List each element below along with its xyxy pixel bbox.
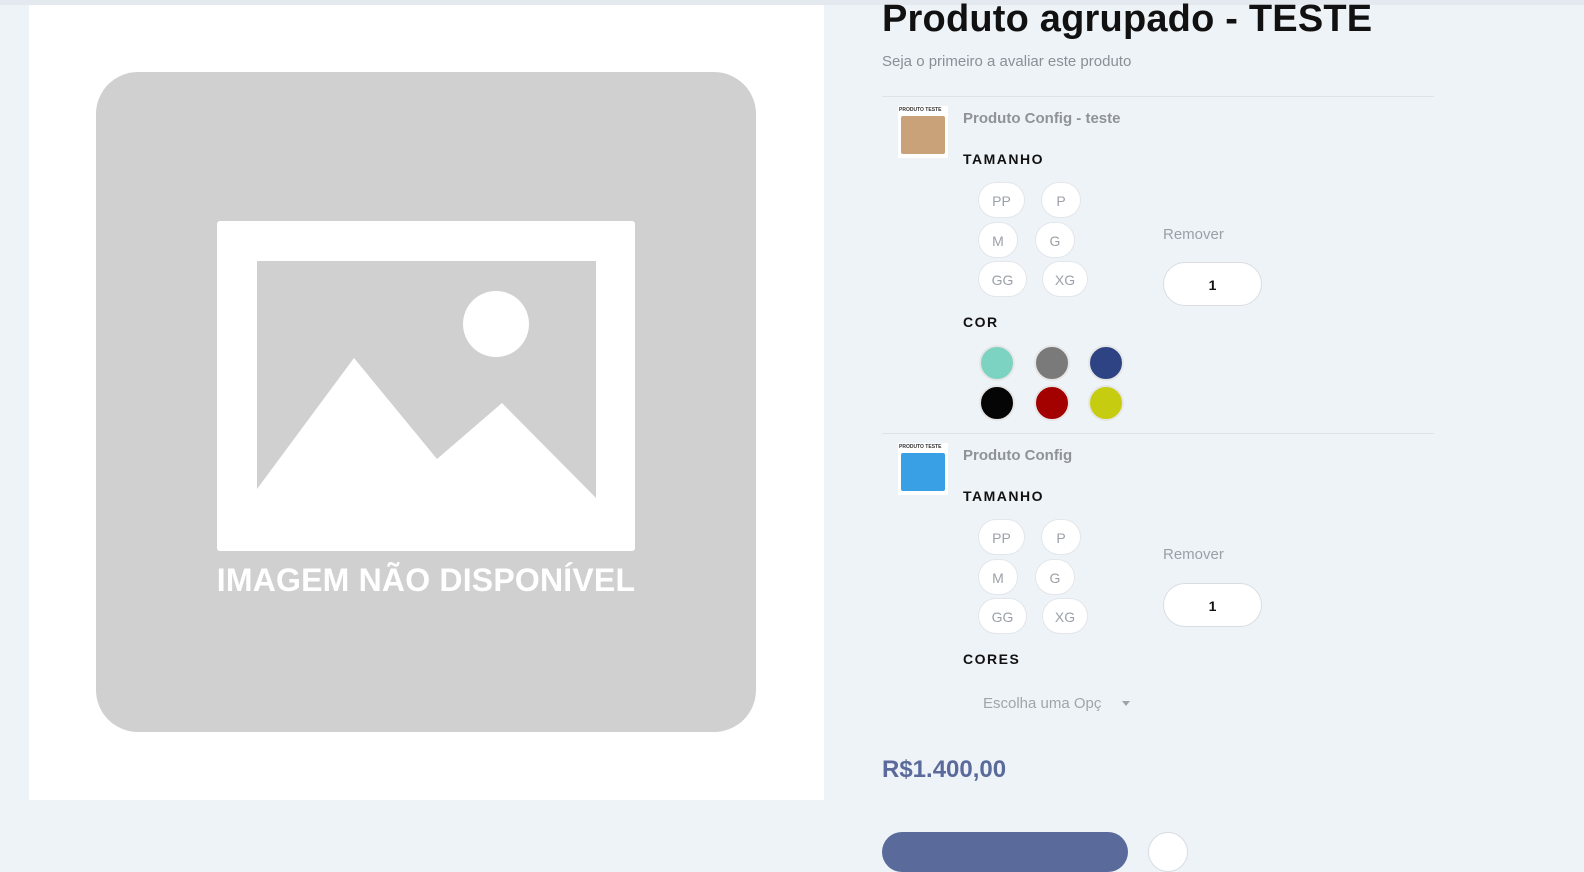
image-placeholder: IMAGEM NÃO DISPONÍVEL (96, 72, 756, 732)
colors-label: CORES (963, 651, 1021, 667)
size-option-xg[interactable]: XG (1042, 598, 1088, 634)
box-image (901, 453, 945, 491)
size-option-gg[interactable]: GG (978, 598, 1027, 634)
color-swatch-navy[interactable] (1088, 345, 1124, 381)
color-swatch-lime[interactable] (1088, 385, 1124, 421)
size-label: TAMANHO (963, 488, 1045, 504)
size-option-pp[interactable]: PP (978, 519, 1025, 555)
item-name[interactable]: Produto Config - teste (963, 110, 1121, 127)
size-option-xg[interactable]: XG (1042, 261, 1088, 297)
size-label: TAMANHO (963, 151, 1045, 167)
divider (882, 433, 1434, 434)
size-option-gg[interactable]: GG (978, 261, 1027, 297)
color-label: COR (963, 314, 999, 330)
size-option-pp[interactable]: PP (978, 182, 1025, 218)
color-swatch-black[interactable] (979, 385, 1015, 421)
size-option-g[interactable]: G (1035, 222, 1075, 258)
quantity-input[interactable]: 1 (1163, 262, 1262, 306)
divider (882, 96, 1434, 97)
color-swatch-teal[interactable] (979, 345, 1015, 381)
size-option-p[interactable]: P (1041, 182, 1081, 218)
product-thumbnail[interactable]: PRODUTO TESTE (898, 443, 948, 495)
color-select[interactable]: Escolha uma Opção... (983, 689, 1138, 719)
add-to-cart-button[interactable] (882, 832, 1128, 872)
size-option-g[interactable]: G (1035, 559, 1075, 595)
size-option-m[interactable]: M (978, 559, 1018, 595)
product-image-area[interactable]: IMAGEM NÃO DISPONÍVEL (29, 5, 824, 800)
color-select-value: Escolha uma Opção... (983, 695, 1101, 712)
image-icon (217, 221, 635, 551)
remove-link[interactable]: Remover (1163, 546, 1224, 563)
item-name[interactable]: Produto Config (963, 447, 1072, 464)
quantity-input[interactable]: 1 (1163, 583, 1262, 627)
size-option-m[interactable]: M (978, 222, 1018, 258)
product-thumbnail[interactable]: PRODUTO TESTE (898, 106, 948, 158)
remove-link[interactable]: Remover (1163, 226, 1224, 243)
page-title: Produto agrupado - TESTE (882, 0, 1373, 40)
image-placeholder-text: IMAGEM NÃO DISPONÍVEL (216, 562, 636, 598)
color-swatch-gray[interactable] (1034, 345, 1070, 381)
box-image (901, 116, 945, 154)
color-swatch-red[interactable] (1034, 385, 1070, 421)
product-price: R$1.400,00 (882, 756, 1007, 783)
size-option-p[interactable]: P (1041, 519, 1081, 555)
wishlist-button[interactable] (1148, 832, 1188, 872)
chevron-down-icon (1122, 701, 1130, 706)
review-link[interactable]: Seja o primeiro a avaliar este produto (882, 53, 1131, 70)
